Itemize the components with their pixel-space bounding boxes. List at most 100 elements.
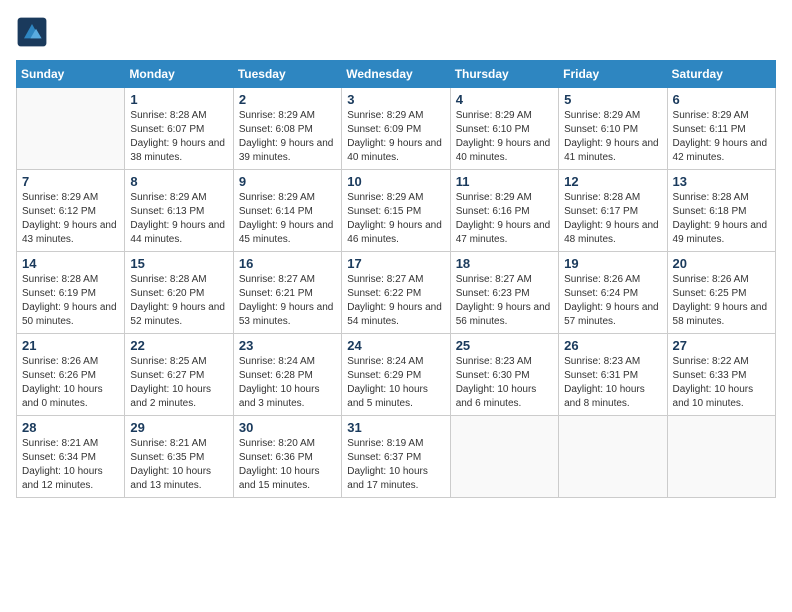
- day-number: 12: [564, 174, 661, 189]
- calendar-cell: 14 Sunrise: 8:28 AMSunset: 6:19 PMDayligh…: [17, 252, 125, 334]
- weekday-header: Monday: [125, 61, 233, 88]
- calendar-cell: 26 Sunrise: 8:23 AMSunset: 6:31 PMDayligh…: [559, 334, 667, 416]
- day-info: Sunrise: 8:29 AMSunset: 6:10 PMDaylight:…: [564, 109, 661, 165]
- weekday-header: Wednesday: [342, 61, 450, 88]
- calendar-cell: 9 Sunrise: 8:29 AMSunset: 6:14 PMDaylight…: [233, 170, 341, 252]
- calendar-cell: 8 Sunrise: 8:29 AMSunset: 6:13 PMDaylight…: [125, 170, 233, 252]
- day-number: 28: [22, 420, 119, 435]
- calendar-cell: [559, 416, 667, 498]
- calendar-cell: 3 Sunrise: 8:29 AMSunset: 6:09 PMDaylight…: [342, 88, 450, 170]
- day-info: Sunrise: 8:29 AMSunset: 6:15 PMDaylight:…: [347, 191, 444, 247]
- calendar-week-row: 28 Sunrise: 8:21 AMSunset: 6:34 PMDayligh…: [17, 416, 776, 498]
- calendar-week-row: 14 Sunrise: 8:28 AMSunset: 6:19 PMDayligh…: [17, 252, 776, 334]
- calendar-cell: 24 Sunrise: 8:24 AMSunset: 6:29 PMDayligh…: [342, 334, 450, 416]
- day-info: Sunrise: 8:21 AMSunset: 6:34 PMDaylight:…: [22, 437, 119, 493]
- day-number: 11: [456, 174, 553, 189]
- day-info: Sunrise: 8:27 AMSunset: 6:23 PMDaylight:…: [456, 273, 553, 329]
- day-number: 4: [456, 92, 553, 107]
- calendar-cell: 5Sunrise: 8:29 AMSunset: 6:10 PMDaylight…: [559, 88, 667, 170]
- day-number: 23: [239, 338, 336, 353]
- calendar-cell: 1 Sunrise: 8:28 AMSunset: 6:07 PMDaylight…: [125, 88, 233, 170]
- day-number: 3: [347, 92, 444, 107]
- day-info: Sunrise: 8:28 AMSunset: 6:17 PMDaylight:…: [564, 191, 661, 247]
- day-number: 19: [564, 256, 661, 271]
- day-number: 8: [130, 174, 227, 189]
- calendar-cell: [17, 88, 125, 170]
- day-number: 7: [22, 174, 119, 189]
- day-number: 20: [673, 256, 770, 271]
- day-info: Sunrise: 8:28 AMSunset: 6:07 PMDaylight:…: [130, 109, 227, 165]
- day-info: Sunrise: 8:22 AMSunset: 6:33 PMDaylight:…: [673, 355, 770, 411]
- day-number: 16: [239, 256, 336, 271]
- day-number: 2: [239, 92, 336, 107]
- day-number: 18: [456, 256, 553, 271]
- weekday-header: Thursday: [450, 61, 558, 88]
- calendar-cell: 16 Sunrise: 8:27 AMSunset: 6:21 PMDayligh…: [233, 252, 341, 334]
- weekday-header: Sunday: [17, 61, 125, 88]
- day-number: 13: [673, 174, 770, 189]
- calendar-cell: [450, 416, 558, 498]
- calendar-cell: 15 Sunrise: 8:28 AMSunset: 6:20 PMDayligh…: [125, 252, 233, 334]
- day-number: 6: [673, 92, 770, 107]
- day-info: Sunrise: 8:29 AMSunset: 6:16 PMDaylight:…: [456, 191, 553, 247]
- day-number: 17: [347, 256, 444, 271]
- day-number: 25: [456, 338, 553, 353]
- calendar-cell: 4 Sunrise: 8:29 AMSunset: 6:10 PMDaylight…: [450, 88, 558, 170]
- calendar-cell: 17 Sunrise: 8:27 AMSunset: 6:22 PMDayligh…: [342, 252, 450, 334]
- day-info: Sunrise: 8:28 AMSunset: 6:19 PMDaylight:…: [22, 273, 119, 329]
- calendar-cell: 21Sunrise: 8:26 AMSunset: 6:26 PMDayligh…: [17, 334, 125, 416]
- day-number: 9: [239, 174, 336, 189]
- day-info: Sunrise: 8:19 AMSunset: 6:37 PMDaylight:…: [347, 437, 444, 493]
- calendar: SundayMondayTuesdayWednesdayThursdayFrid…: [16, 60, 776, 498]
- calendar-cell: 27 Sunrise: 8:22 AMSunset: 6:33 PMDayligh…: [667, 334, 775, 416]
- calendar-cell: 6 Sunrise: 8:29 AMSunset: 6:11 PMDaylight…: [667, 88, 775, 170]
- day-number: 10: [347, 174, 444, 189]
- calendar-cell: 13 Sunrise: 8:28 AMSunset: 6:18 PMDayligh…: [667, 170, 775, 252]
- logo: [16, 16, 52, 48]
- calendar-cell: 20 Sunrise: 8:26 AMSunset: 6:25 PMDayligh…: [667, 252, 775, 334]
- day-number: 1: [130, 92, 227, 107]
- calendar-cell: 25 Sunrise: 8:23 AMSunset: 6:30 PMDayligh…: [450, 334, 558, 416]
- day-number: 27: [673, 338, 770, 353]
- day-number: 21: [22, 338, 119, 353]
- day-info: Sunrise: 8:26 AMSunset: 6:25 PMDaylight:…: [673, 273, 770, 329]
- calendar-cell: 30 Sunrise: 8:20 AMSunset: 6:36 PMDayligh…: [233, 416, 341, 498]
- day-info: Sunrise: 8:29 AMSunset: 6:14 PMDaylight:…: [239, 191, 336, 247]
- day-info: Sunrise: 8:25 AMSunset: 6:27 PMDaylight:…: [130, 355, 227, 411]
- calendar-cell: 10 Sunrise: 8:29 AMSunset: 6:15 PMDayligh…: [342, 170, 450, 252]
- calendar-cell: [667, 416, 775, 498]
- day-info: Sunrise: 8:26 AMSunset: 6:24 PMDaylight:…: [564, 273, 661, 329]
- day-info: Sunrise: 8:27 AMSunset: 6:22 PMDaylight:…: [347, 273, 444, 329]
- day-info: Sunrise: 8:23 AMSunset: 6:31 PMDaylight:…: [564, 355, 661, 411]
- day-number: 26: [564, 338, 661, 353]
- day-info: Sunrise: 8:28 AMSunset: 6:18 PMDaylight:…: [673, 191, 770, 247]
- day-number: 30: [239, 420, 336, 435]
- calendar-cell: 31 Sunrise: 8:19 AMSunset: 6:37 PMDayligh…: [342, 416, 450, 498]
- day-info: Sunrise: 8:27 AMSunset: 6:21 PMDaylight:…: [239, 273, 336, 329]
- day-number: 31: [347, 420, 444, 435]
- calendar-cell: 11 Sunrise: 8:29 AMSunset: 6:16 PMDayligh…: [450, 170, 558, 252]
- day-info: Sunrise: 8:28 AMSunset: 6:20 PMDaylight:…: [130, 273, 227, 329]
- day-info: Sunrise: 8:29 AMSunset: 6:09 PMDaylight:…: [347, 109, 444, 165]
- weekday-header-row: SundayMondayTuesdayWednesdayThursdayFrid…: [17, 61, 776, 88]
- day-info: Sunrise: 8:24 AMSunset: 6:29 PMDaylight:…: [347, 355, 444, 411]
- day-number: 15: [130, 256, 227, 271]
- calendar-cell: 22Sunrise: 8:25 AMSunset: 6:27 PMDayligh…: [125, 334, 233, 416]
- day-info: Sunrise: 8:24 AMSunset: 6:28 PMDaylight:…: [239, 355, 336, 411]
- calendar-cell: 29Sunrise: 8:21 AMSunset: 6:35 PMDayligh…: [125, 416, 233, 498]
- day-info: Sunrise: 8:23 AMSunset: 6:30 PMDaylight:…: [456, 355, 553, 411]
- day-info: Sunrise: 8:29 AMSunset: 6:12 PMDaylight:…: [22, 191, 119, 247]
- day-number: 14: [22, 256, 119, 271]
- calendar-week-row: 7 Sunrise: 8:29 AMSunset: 6:12 PMDaylight…: [17, 170, 776, 252]
- day-number: 24: [347, 338, 444, 353]
- day-info: Sunrise: 8:29 AMSunset: 6:10 PMDaylight:…: [456, 109, 553, 165]
- calendar-cell: 28 Sunrise: 8:21 AMSunset: 6:34 PMDayligh…: [17, 416, 125, 498]
- day-number: 29: [130, 420, 227, 435]
- day-info: Sunrise: 8:29 AMSunset: 6:13 PMDaylight:…: [130, 191, 227, 247]
- calendar-cell: 18 Sunrise: 8:27 AMSunset: 6:23 PMDayligh…: [450, 252, 558, 334]
- calendar-cell: 7 Sunrise: 8:29 AMSunset: 6:12 PMDaylight…: [17, 170, 125, 252]
- day-info: Sunrise: 8:20 AMSunset: 6:36 PMDaylight:…: [239, 437, 336, 493]
- day-info: Sunrise: 8:29 AMSunset: 6:11 PMDaylight:…: [673, 109, 770, 165]
- calendar-week-row: 21Sunrise: 8:26 AMSunset: 6:26 PMDayligh…: [17, 334, 776, 416]
- calendar-cell: 23 Sunrise: 8:24 AMSunset: 6:28 PMDayligh…: [233, 334, 341, 416]
